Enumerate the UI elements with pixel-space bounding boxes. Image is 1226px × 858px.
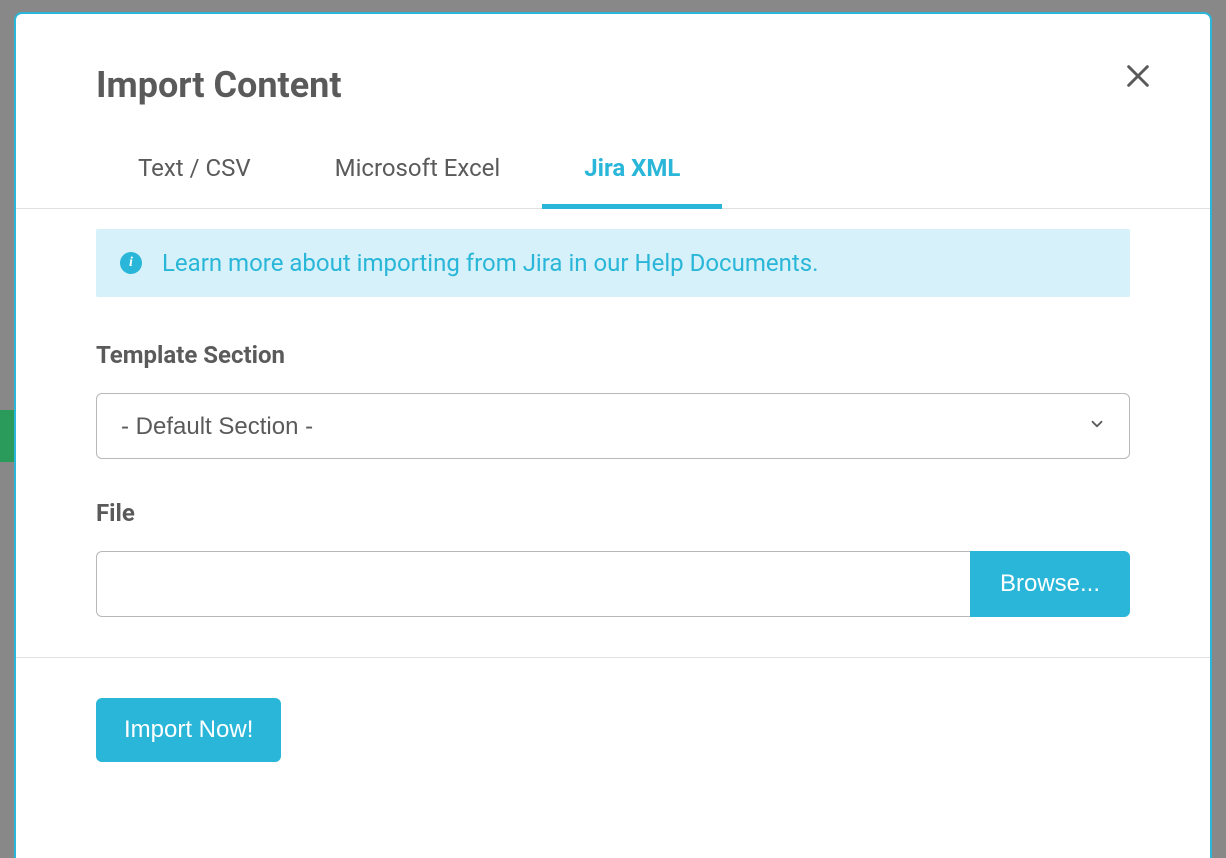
- file-label: File: [96, 499, 1130, 527]
- file-group: File Browse...: [96, 499, 1130, 617]
- file-input-row: Browse...: [96, 551, 1130, 617]
- import-now-button[interactable]: Import Now!: [96, 698, 281, 762]
- help-documents-link[interactable]: Learn more about importing from Jira in …: [162, 249, 818, 277]
- browse-button[interactable]: Browse...: [970, 551, 1130, 617]
- info-banner: i Learn more about importing from Jira i…: [96, 229, 1130, 297]
- template-section-select[interactable]: - Default Section -: [96, 393, 1130, 459]
- modal-footer: Import Now!: [16, 657, 1210, 802]
- modal-title: Import Content: [96, 64, 1130, 106]
- tab-text-csv[interactable]: Text / CSV: [96, 154, 293, 209]
- file-path-input[interactable]: [96, 551, 970, 617]
- close-icon: [1124, 62, 1152, 90]
- tab-microsoft-excel[interactable]: Microsoft Excel: [293, 154, 543, 209]
- modal-header: Import Content: [16, 14, 1210, 106]
- modal-body: i Learn more about importing from Jira i…: [16, 209, 1210, 617]
- tabs-row: Text / CSV Microsoft Excel Jira XML: [16, 106, 1210, 209]
- close-button[interactable]: [1118, 56, 1158, 96]
- template-section-label: Template Section: [96, 341, 1130, 369]
- template-section-group: Template Section - Default Section -: [96, 341, 1130, 459]
- import-content-modal: Import Content Text / CSV Microsoft Exce…: [14, 12, 1212, 858]
- template-section-select-wrap: - Default Section -: [96, 393, 1130, 459]
- background-accent-stripe: [0, 410, 14, 462]
- tab-jira-xml[interactable]: Jira XML: [542, 154, 722, 209]
- info-icon: i: [120, 252, 142, 274]
